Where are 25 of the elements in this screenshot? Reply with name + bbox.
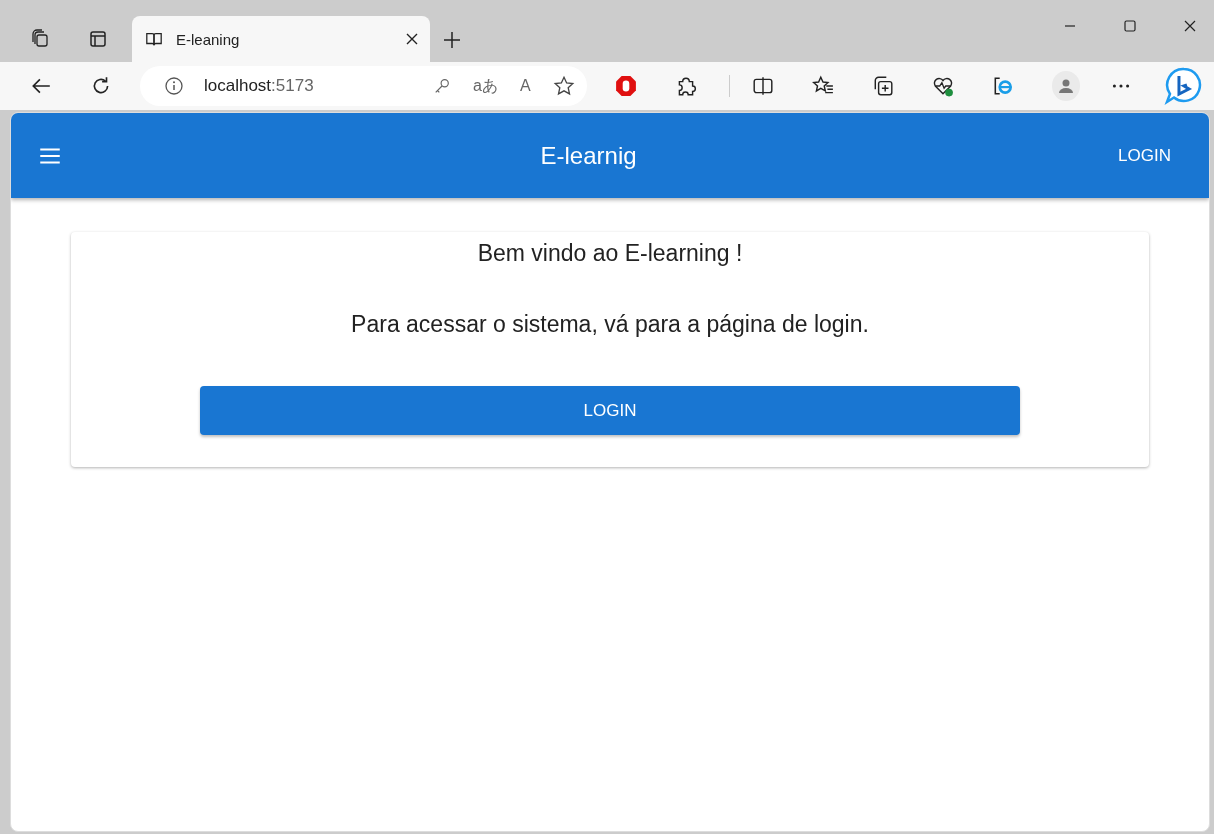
star-icon[interactable] <box>552 75 575 97</box>
app-title: E-learnig <box>539 141 638 170</box>
key-icon[interactable] <box>433 77 452 95</box>
workspaces-icon[interactable] <box>30 29 50 49</box>
welcome-heading: Bem vindo ao E-learning ! <box>477 240 743 267</box>
new-tab-icon[interactable] <box>442 30 462 50</box>
chat-bubble-icon[interactable] <box>1164 65 1204 107</box>
browser-tab[interactable]: E-leaning <box>132 16 430 62</box>
info-icon <box>164 76 184 96</box>
login-message: Para acessar o sistema, vá para a página de login. <box>351 311 869 338</box>
address-bar[interactable]: localhost:5173 aあ A <box>140 66 587 106</box>
profile-avatar[interactable] <box>1051 71 1081 101</box>
split-screen-icon[interactable] <box>751 75 774 97</box>
login-button[interactable]: LOGIN <box>200 386 1020 435</box>
close-icon[interactable] <box>1184 20 1196 32</box>
tab-title: E-leaning <box>176 30 241 48</box>
read-aloud-icon[interactable]: A <box>519 77 531 95</box>
url-text: localhost:5173 <box>204 76 314 96</box>
tab-actions-icon[interactable] <box>88 29 108 49</box>
maximize-icon[interactable] <box>1124 20 1136 32</box>
book-icon <box>144 30 164 48</box>
heartbeat-icon[interactable] <box>931 75 954 97</box>
login-button[interactable]: LOGIN <box>1110 139 1179 172</box>
close-icon[interactable] <box>406 33 418 45</box>
translate-icon[interactable]: aあ <box>473 75 498 97</box>
